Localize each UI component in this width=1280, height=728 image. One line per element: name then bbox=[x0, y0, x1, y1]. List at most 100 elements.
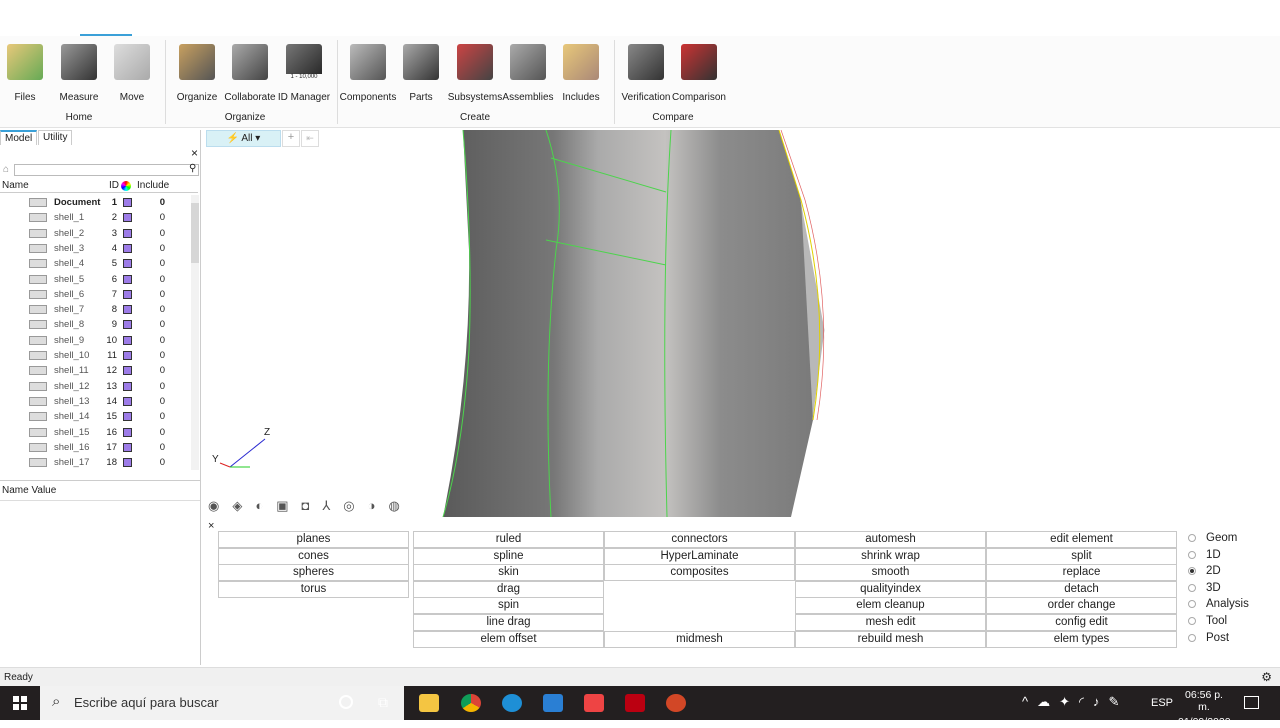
tree-row[interactable]: shell_9 10 0 bbox=[0, 333, 190, 348]
panel-button-elem-types[interactable]: elem types bbox=[986, 630, 1177, 648]
radio-indicator[interactable] bbox=[1188, 583, 1196, 592]
panel-button-spline[interactable]: spline bbox=[413, 547, 604, 565]
color-swatch[interactable] bbox=[123, 213, 132, 223]
ribbon-button-measure[interactable]: Measure bbox=[49, 44, 109, 103]
radio-analysis[interactable]: Analysis bbox=[1188, 598, 1249, 610]
panel-button-shrink-wrap[interactable]: shrink wrap bbox=[795, 547, 986, 565]
language-indicator[interactable]: ESP bbox=[1151, 697, 1173, 709]
task-view-icon[interactable]: ⧉ bbox=[378, 694, 388, 711]
notifications-icon[interactable] bbox=[1244, 696, 1259, 709]
col-id[interactable]: ID bbox=[109, 180, 119, 191]
cortana-icon[interactable] bbox=[339, 695, 353, 709]
ribbon-button-assemblies[interactable]: Assemblies bbox=[498, 44, 558, 103]
tree-row[interactable]: shell_14 15 0 bbox=[0, 409, 190, 424]
tree-row[interactable]: shell_15 16 0 bbox=[0, 425, 190, 440]
view-controls-icons[interactable]: ◉◈◐▣◘⅄◎◑◍ bbox=[208, 498, 428, 514]
panel-button-planes[interactable]: planes bbox=[218, 531, 409, 548]
panel-button-split[interactable]: split bbox=[986, 547, 1177, 565]
col-name[interactable]: Name bbox=[2, 180, 29, 191]
ribbon-button-includes[interactable]: Includes bbox=[551, 44, 611, 103]
tree-row[interactable]: shell_16 17 0 bbox=[0, 440, 190, 455]
radio-geom[interactable]: Geom bbox=[1188, 532, 1237, 544]
ribbon-button-files[interactable]: Files bbox=[0, 44, 55, 103]
color-swatch[interactable] bbox=[123, 305, 132, 315]
group-label-organize[interactable]: Organize bbox=[205, 112, 285, 123]
panel-button-smooth[interactable]: smooth bbox=[795, 564, 986, 582]
radio-1d[interactable]: 1D bbox=[1188, 549, 1221, 561]
tree-row[interactable]: shell_8 9 0 bbox=[0, 317, 190, 332]
panel-button-line-drag[interactable]: line drag bbox=[413, 614, 604, 631]
color-swatch[interactable] bbox=[123, 243, 132, 253]
color-swatch[interactable] bbox=[123, 427, 132, 437]
radio-indicator[interactable] bbox=[1188, 600, 1196, 609]
tree-row[interactable]: shell_6 7 0 bbox=[0, 287, 190, 302]
radio-tool[interactable]: Tool bbox=[1188, 615, 1227, 627]
filter-all-button[interactable]: ⚡ All ▾ bbox=[206, 130, 281, 147]
ribbon-button-organize[interactable]: Organize bbox=[167, 44, 227, 103]
tree-row[interactable]: shell_2 3 0 bbox=[0, 226, 190, 241]
panel-button-automesh[interactable]: automesh bbox=[795, 531, 986, 548]
color-swatch[interactable] bbox=[123, 396, 132, 406]
tree-scrollbar[interactable] bbox=[191, 195, 199, 470]
col-include[interactable]: Include bbox=[137, 180, 169, 191]
color-swatch[interactable] bbox=[123, 442, 132, 452]
edge-icon[interactable] bbox=[502, 694, 522, 712]
radio-indicator[interactable] bbox=[1188, 567, 1196, 576]
panel-button-replace[interactable]: replace bbox=[986, 564, 1177, 582]
color-swatch[interactable] bbox=[123, 289, 132, 299]
color-swatch[interactable] bbox=[123, 351, 132, 360]
color-swatch[interactable] bbox=[123, 198, 132, 207]
add-icon[interactable]: + bbox=[282, 130, 300, 147]
tree-row[interactable]: shell_10 11 0 bbox=[0, 348, 190, 363]
panel-button-connectors[interactable]: connectors bbox=[604, 531, 795, 548]
tree-row[interactable]: Document 1 0 bbox=[0, 195, 190, 210]
panel-button-torus[interactable]: torus bbox=[218, 580, 409, 598]
color-swatch[interactable] bbox=[123, 320, 132, 330]
ribbon-button-parts[interactable]: Parts bbox=[391, 44, 451, 103]
color-swatch[interactable] bbox=[123, 366, 132, 376]
radio-indicator[interactable] bbox=[1188, 550, 1196, 559]
clock[interactable]: 06:56 p. m. 01/09/2020 bbox=[1178, 689, 1231, 728]
close-icon[interactable]: × bbox=[191, 146, 198, 160]
tab-utility[interactable]: Utility bbox=[38, 130, 73, 145]
color-swatch[interactable] bbox=[123, 381, 132, 391]
panel-button-spheres[interactable]: spheres bbox=[218, 564, 409, 582]
search-icon[interactable]: ⚲ bbox=[189, 163, 196, 174]
panel-button-edit-element[interactable]: edit element bbox=[986, 531, 1177, 548]
tree-row[interactable]: shell_13 14 0 bbox=[0, 394, 190, 409]
panel-button-ruled[interactable]: ruled bbox=[413, 531, 604, 548]
tree-row[interactable]: shell_5 6 0 bbox=[0, 272, 190, 287]
color-swatch[interactable] bbox=[123, 259, 132, 269]
tree-row[interactable]: shell_3 4 0 bbox=[0, 241, 190, 256]
color-wheel-icon[interactable] bbox=[121, 181, 131, 191]
hypermesh-icon[interactable] bbox=[584, 694, 604, 712]
windows-start-icon[interactable] bbox=[13, 696, 27, 710]
tree-row[interactable]: shell_11 12 0 bbox=[0, 363, 190, 378]
tree-row[interactable]: shell_17 18 0 bbox=[0, 455, 190, 470]
browser-search-input[interactable] bbox=[14, 164, 199, 176]
ribbon-button-subsystems[interactable]: Subsystems bbox=[445, 44, 505, 103]
radio-indicator[interactable] bbox=[1188, 633, 1196, 642]
color-swatch[interactable] bbox=[123, 335, 132, 345]
radio-indicator[interactable] bbox=[1188, 616, 1196, 625]
solidworks-icon[interactable] bbox=[625, 694, 645, 712]
ribbon-button-components[interactable]: Components bbox=[338, 44, 398, 103]
ribbon-button-collaborate[interactable]: Collaborate bbox=[220, 44, 280, 103]
radio-post[interactable]: Post bbox=[1188, 632, 1229, 644]
home-icon[interactable]: ⌂ bbox=[3, 164, 9, 175]
color-swatch[interactable] bbox=[123, 228, 132, 238]
ribbon-button-verification[interactable]: Verification bbox=[616, 44, 676, 103]
tree-row[interactable]: shell_7 8 0 bbox=[0, 302, 190, 317]
color-swatch[interactable] bbox=[123, 458, 132, 468]
settings-icon[interactable]: ⚙ bbox=[1261, 670, 1272, 684]
panel-button-detach[interactable]: detach bbox=[986, 580, 1177, 598]
panel-button-qualityindex[interactable]: qualityindex bbox=[795, 580, 986, 598]
panel-button-spin[interactable]: spin bbox=[413, 597, 604, 615]
panel-button-order-change[interactable]: order change bbox=[986, 597, 1177, 615]
mail-icon[interactable] bbox=[543, 694, 563, 712]
graphics-viewport[interactable] bbox=[201, 129, 1280, 518]
tab-model[interactable]: Model bbox=[0, 130, 38, 145]
tree-row[interactable]: shell_1 2 0 bbox=[0, 210, 190, 225]
panel-button-skin[interactable]: skin bbox=[413, 564, 604, 582]
panel-button-hyperlaminate[interactable]: HyperLaminate bbox=[604, 547, 795, 565]
